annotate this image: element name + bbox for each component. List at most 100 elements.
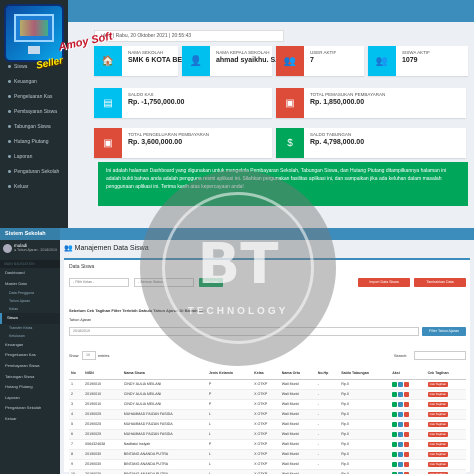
tahun-select[interactable]: 2018/2019 xyxy=(69,327,419,336)
sidebar-item-laporan[interactable]: Laporan xyxy=(0,393,60,404)
sidebar-item-pengeluaran-kas[interactable]: Pengeluaran Kas xyxy=(0,90,68,105)
import-button[interactable]: Import Data Siswa xyxy=(358,278,410,287)
search-button[interactable]: Cari Data xyxy=(199,278,223,287)
column-header[interactable]: NISN xyxy=(83,367,122,380)
view-icon[interactable] xyxy=(398,411,404,417)
stat-label: USER AKTIF xyxy=(310,50,337,55)
view-icon[interactable] xyxy=(398,401,404,407)
add-data-button[interactable]: Tambahkan Data xyxy=(414,278,466,287)
table-cell xyxy=(390,419,426,430)
sidebar-item-siswa[interactable]: Siswa xyxy=(0,313,60,324)
column-header[interactable]: No.Hp xyxy=(315,367,340,380)
table-cell: Wali Murid xyxy=(279,459,316,470)
sidebar-item-label: Tabungan Siswa xyxy=(14,124,51,130)
table-cell: Rp.0 xyxy=(339,449,391,460)
sidebar-item-keuangan[interactable]: Keuangan xyxy=(0,340,60,351)
delete-icon[interactable] xyxy=(404,401,410,407)
edit-icon[interactable] xyxy=(392,461,398,467)
sidebar-item-hutang-piutang[interactable]: Hutang Piutang xyxy=(0,135,68,150)
table-row: 2 20190010 CINDY AULIA MEILANI P X OTKP Wali … xyxy=(69,389,466,400)
edit-icon[interactable] xyxy=(392,431,398,437)
sidebar-item-dashboard[interactable]: Dashboard xyxy=(0,268,60,279)
sidebar-item-tahun-ajaran[interactable]: Tahun Ajaran xyxy=(0,297,60,305)
sidebar-item-keluar[interactable]: Keluar xyxy=(0,180,68,195)
filter-year-button[interactable]: Filter Tahun Ajaran xyxy=(422,327,466,336)
sidebar-item-data-pengguna[interactable]: Data Pengguna xyxy=(0,289,60,297)
search-input[interactable] xyxy=(414,351,466,360)
sidebar-item-tabungan-siswa[interactable]: Tabungan Siswa xyxy=(0,120,68,135)
data-box: Data Siswa - Pilih Kelas - - Semua Statu… xyxy=(64,258,470,474)
edit-icon[interactable] xyxy=(392,381,398,387)
sidebar-item-pembayaran-siswa[interactable]: Pembayaran Siswa xyxy=(0,361,60,372)
column-header[interactable]: No xyxy=(69,367,84,380)
sidebar-item-pengaturan-sekolah[interactable]: Pengaturan Sekolah xyxy=(0,165,68,180)
view-icon[interactable] xyxy=(398,391,404,397)
sidebar-item-laporan[interactable]: Laporan xyxy=(0,150,68,165)
sidebar-item-hutang-piutang[interactable]: Hutang Piutang xyxy=(0,382,60,393)
delete-icon[interactable] xyxy=(404,411,410,417)
delete-icon[interactable] xyxy=(404,421,410,427)
cek-tagihan-button[interactable]: Cek Tagihan xyxy=(427,381,449,387)
table-cell xyxy=(390,429,426,440)
edit-icon[interactable] xyxy=(392,401,398,407)
cek-tagihan-button[interactable]: Cek Tagihan xyxy=(427,411,449,417)
edit-icon[interactable] xyxy=(392,451,398,457)
cek-tagihan-button[interactable]: Cek Tagihan xyxy=(427,391,449,397)
sidebar-item-kelulusan[interactable]: Kelulusan xyxy=(0,332,60,340)
table-header: No NISN Nama Siswa Jenis Kelamin Kelas Nama O… xyxy=(69,367,466,380)
stat-label: SALDO TABUNGAN xyxy=(310,132,352,137)
delete-icon[interactable] xyxy=(404,461,410,467)
table-body: 1 20190010 CINDY AULIA MEILANI P X OTKP Wali … xyxy=(69,379,466,474)
column-header[interactable]: Nama Ortu xyxy=(279,367,316,380)
sidebar-item-master-data[interactable]: Master Data xyxy=(0,279,60,290)
column-header[interactable]: Cek Tagihan xyxy=(425,367,466,380)
brand-label[interactable]: Sistem Sekolah xyxy=(0,228,60,240)
table-cell: Cek Tagihan xyxy=(425,379,466,390)
sidebar-item-tabungan-siswa[interactable]: Tabungan Siswa xyxy=(0,372,60,383)
view-icon[interactable] xyxy=(398,441,404,447)
sidebar-item-transfer-kelas[interactable]: Transfer Kelas xyxy=(0,324,60,332)
delete-icon[interactable] xyxy=(404,391,410,397)
table-cell: X OTKP xyxy=(252,469,280,474)
table-cell: MUHAMMAD FAIZAN FASIDA xyxy=(121,429,207,440)
edit-icon[interactable] xyxy=(392,441,398,447)
view-icon[interactable] xyxy=(398,381,404,387)
delete-icon[interactable] xyxy=(404,381,410,387)
column-header[interactable]: Saldo Tabungan xyxy=(339,367,391,380)
view-icon[interactable] xyxy=(398,431,404,437)
cek-tagihan-button[interactable]: Cek Tagihan xyxy=(427,401,449,407)
edit-icon[interactable] xyxy=(392,411,398,417)
sidebar-item-keuangan[interactable]: Keuangan xyxy=(0,75,68,90)
column-header[interactable]: Nama Siswa xyxy=(121,367,207,380)
view-icon[interactable] xyxy=(398,421,404,427)
entries-select[interactable]: 10 xyxy=(82,351,96,360)
delete-icon[interactable] xyxy=(404,451,410,457)
delete-icon[interactable] xyxy=(404,431,410,437)
cek-tagihan-button[interactable]: Cek Tagihan xyxy=(427,461,449,467)
column-header[interactable]: Aksi xyxy=(390,367,426,380)
cek-tagihan-button[interactable]: Cek Tagihan xyxy=(427,451,449,457)
sidebar-item-keluar[interactable]: Keluar xyxy=(0,414,60,425)
cek-tagihan-button[interactable]: Cek Tagihan xyxy=(427,421,449,427)
edit-icon[interactable] xyxy=(392,421,398,427)
delete-icon[interactable] xyxy=(404,441,410,447)
column-header[interactable]: Jenis Kelamin xyxy=(206,367,253,380)
sidebar-item-label: Keuangan xyxy=(14,79,37,85)
table-cell: Rp.0 xyxy=(339,469,391,474)
cek-tagihan-button[interactable]: Cek Tagihan xyxy=(427,441,449,447)
edit-icon[interactable] xyxy=(392,391,398,397)
stat-box: 👥 SISWA AKTIF 1079 xyxy=(368,46,468,76)
cek-tagihan-button[interactable]: Cek Tagihan xyxy=(427,431,449,437)
cash-icon: ▤ xyxy=(94,88,122,118)
column-header[interactable]: Kelas xyxy=(252,367,280,380)
view-icon[interactable] xyxy=(398,451,404,457)
stat-label: TOTAL PENGELUARAN PEMBAYARAN xyxy=(128,132,210,137)
status-filter-select[interactable]: - Semua Status - xyxy=(134,278,194,287)
sidebar-item-pembayaran-siswa[interactable]: Pembayaran Siswa xyxy=(0,105,68,120)
sidebar-item-kelas[interactable]: Kelas xyxy=(0,305,60,313)
sidebar-item-pengaturan-sekolah[interactable]: Pengaturan Sekolah xyxy=(0,403,60,414)
sidebar-item-pengeluaran-kas[interactable]: Pengeluaran Kas xyxy=(0,350,60,361)
class-filter-select[interactable]: - Pilih Kelas - xyxy=(69,278,129,287)
table-cell: L xyxy=(206,429,253,440)
view-icon[interactable] xyxy=(398,461,404,467)
